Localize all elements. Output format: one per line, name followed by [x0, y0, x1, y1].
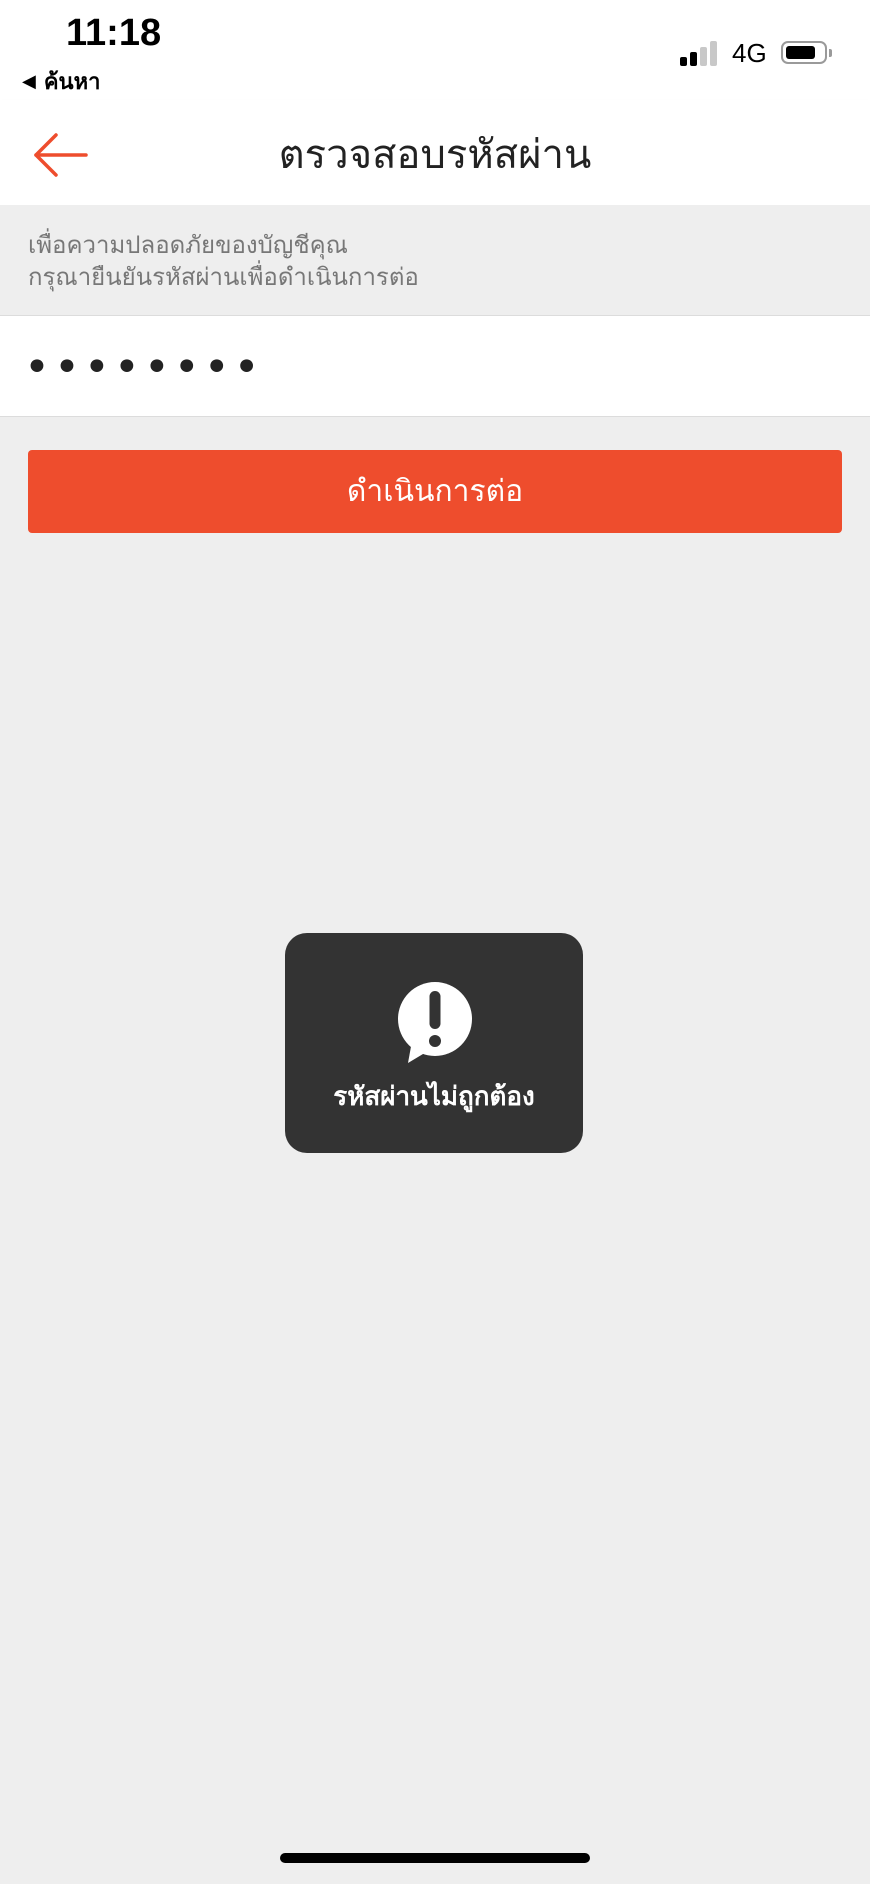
toast-message: รหัสผ่านไม่ถูกต้อง: [333, 1082, 535, 1112]
back-app-label: ค้นหา: [43, 70, 101, 95]
page-title: ตรวจสอบรหัสผ่าน: [278, 132, 592, 178]
error-toast: รหัสผ่านไม่ถูกต้อง: [285, 933, 583, 1153]
back-triangle-icon: ◀: [22, 71, 36, 92]
cellular-signal-icon: [680, 40, 722, 66]
password-input[interactable]: [22, 334, 846, 400]
status-time: 11:18: [66, 12, 162, 54]
navigation-bar: ตรวจสอบรหัสผ่าน: [0, 100, 870, 205]
back-to-app-link[interactable]: ◀ ค้นหา: [22, 64, 100, 99]
home-indicator[interactable]: [280, 1853, 590, 1863]
info-line-2: กรุณายืนยันรหัสผ่านเพื่อดำเนินการต่อ: [28, 263, 419, 291]
continue-button[interactable]: ดำเนินการต่อ: [28, 450, 842, 533]
password-field-row: [0, 315, 870, 417]
status-bar: 11:18 ◀ ค้นหา 4G: [0, 0, 870, 100]
battery-icon: [781, 41, 832, 64]
exclamation-bubble-icon: [398, 982, 472, 1063]
network-type: 4G: [732, 38, 767, 68]
security-info: เพื่อความปลอดภัยของบัญชีคุณ กรุณายืนยันร…: [0, 205, 870, 315]
